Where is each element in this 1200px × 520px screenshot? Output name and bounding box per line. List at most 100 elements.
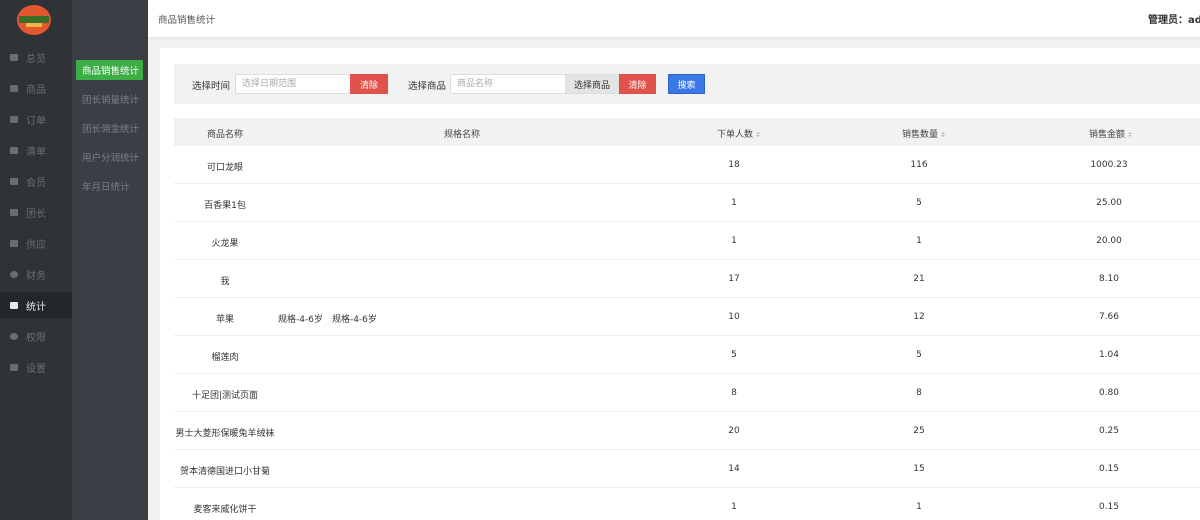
cell-amount: 0.15 (1098, 464, 1120, 474)
nav-item-2[interactable]: 订单 (0, 106, 72, 132)
brand-logo (17, 5, 51, 35)
subnav-item-1[interactable]: 团长销量统计 (76, 89, 143, 109)
clear-date-button[interactable]: 清除 (350, 74, 388, 94)
box-icon (10, 84, 18, 92)
select-product-button[interactable]: 选择商品 (565, 74, 619, 94)
date-range-input[interactable] (235, 74, 351, 94)
subnav-item-0[interactable]: 商品销售统计 (76, 60, 143, 80)
search-button[interactable]: 搜索 (668, 74, 705, 94)
table-row: 火龙果 1 1 20.00 (174, 222, 1200, 260)
cell-amount: 8.10 (1098, 274, 1120, 284)
nav-item-0[interactable]: 总览 (0, 44, 72, 70)
cell-amount: 25.00 (1096, 198, 1122, 208)
nav-item-10[interactable]: 设置 (0, 354, 72, 380)
nav-item-5[interactable]: 团长 (0, 199, 72, 225)
nav-item-6[interactable]: 供应 (0, 230, 72, 256)
sort-icon[interactable] (1128, 132, 1133, 138)
cell-amount: 0.25 (1098, 426, 1120, 436)
shield-icon (10, 332, 18, 340)
cell-orders: 1 (731, 502, 737, 512)
sort-icon[interactable] (941, 132, 946, 138)
cell-amount: 0.15 (1098, 502, 1120, 512)
cell-qty: 21 (913, 274, 925, 284)
nav-item-9[interactable]: 权限 (0, 323, 72, 349)
table-row: 苹果 规格-4-6岁 规格-4-6岁 10 12 7.66 (174, 298, 1200, 336)
nav-item-label: 总览 (26, 53, 46, 65)
table-row: 百香果1包 1 5 25.00 (174, 184, 1200, 222)
table-row: 贺本清德国进口小甘菊 14 15 0.15 (174, 450, 1200, 488)
cell-qty: 5 (916, 350, 922, 360)
nav-item-3[interactable]: 清单 (0, 137, 72, 163)
cell-amount: 7.66 (1098, 312, 1120, 322)
cell-spec: 规格-4-6岁 规格-4-6岁 (278, 315, 377, 325)
nav-item-label: 供应 (26, 239, 46, 251)
table-row: 麦客来威化饼干 1 1 0.15 (174, 488, 1200, 520)
nav-item-label: 商品 (26, 84, 46, 96)
cell-orders: 1 (731, 236, 737, 246)
cell-qty: 1 (916, 236, 922, 246)
table-row: 男士大菱形保暖兔羊绒袜 20 25 0.25 (174, 412, 1200, 450)
table-row: 十足团|测试页面 8 8 0.80 (174, 374, 1200, 412)
table-header: 商品名称 规格名称 下单人数 销售数量 销售金额 (174, 118, 1200, 146)
subnav-item-2[interactable]: 团长佣金统计 (76, 118, 143, 138)
admin-label[interactable]: 管理员：adm (1148, 11, 1200, 26)
cell-product-name: 麦客来威化饼干 (193, 505, 257, 515)
cell-product-name: 火龙果 (211, 239, 239, 249)
cell-product-name: 苹果 (215, 315, 234, 325)
cell-amount: 20.00 (1096, 236, 1122, 246)
product-label: 选择商品 (408, 81, 447, 92)
nav-item-label: 团长 (26, 208, 46, 220)
subnav-item-4[interactable]: 年月日统计 (76, 176, 143, 196)
nav-item-label: 统计 (26, 301, 46, 313)
cell-orders: 18 (728, 160, 740, 170)
nav-item-8[interactable]: 统计 (0, 292, 72, 318)
nav-item-1[interactable]: 商品 (0, 75, 72, 101)
top-header: 商品销售统计 管理员：adm (148, 0, 1200, 37)
cell-orders: 8 (731, 388, 737, 398)
nav-item-label: 财务 (26, 270, 46, 282)
nav-item-label: 订单 (26, 115, 46, 127)
lock-icon (10, 363, 18, 371)
cell-product-name: 榴莲肉 (211, 353, 239, 363)
time-label: 选择时间 (192, 81, 231, 92)
cell-orders: 14 (728, 464, 740, 474)
cell-product-name: 百香果1包 (204, 201, 246, 211)
cell-orders: 5 (731, 350, 737, 360)
nav-item-7[interactable]: 财务 (0, 261, 72, 287)
sort-icon[interactable] (756, 132, 761, 138)
money-icon (10, 270, 18, 278)
grid-icon (10, 53, 18, 61)
order-icon (10, 115, 18, 123)
cell-orders: 17 (728, 274, 740, 284)
cell-qty: 1 (916, 502, 922, 512)
user-icon (10, 177, 18, 185)
cell-qty: 116 (910, 160, 928, 170)
nav-item-label: 设置 (26, 363, 46, 375)
nav-item-4[interactable]: 会员 (0, 168, 72, 194)
subnav-item-3[interactable]: 用户分润统计 (76, 147, 143, 167)
cell-qty: 25 (913, 426, 925, 436)
primary-sidebar: 总览商品订单清单会员团长供应财务统计权限设置 (0, 0, 72, 520)
product-name-input[interactable] (450, 74, 566, 94)
clear-product-button[interactable]: 清除 (619, 74, 656, 94)
secondary-sidebar: 商品销售统计 团长销量统计 团长佣金统计 用户分润统计 年月日统计 (72, 0, 148, 520)
col-amount[interactable]: 销售金额 (1089, 127, 1133, 140)
cell-amount: 0.80 (1098, 388, 1120, 398)
cell-product-name: 十足团|测试页面 (191, 391, 259, 401)
list-icon (10, 146, 18, 154)
col-qty[interactable]: 销售数量 (902, 127, 946, 140)
cell-orders: 1 (731, 198, 737, 208)
table-row: 榴莲肉 5 5 1.04 (174, 336, 1200, 374)
breadcrumb: 商品销售统计 (158, 15, 216, 26)
cell-orders: 10 (728, 312, 740, 322)
nav-item-label: 权限 (26, 332, 46, 344)
col-name: 商品名称 (207, 130, 244, 140)
main-card: 选择时间 清除 选择商品 选择商品 清除 搜索 商品名称 规格名称 下单人数 销… (160, 48, 1200, 520)
cell-amount: 1000.23 (1090, 160, 1128, 170)
cell-orders: 20 (728, 426, 740, 436)
col-spec: 规格名称 (444, 130, 481, 140)
chart-icon (10, 301, 18, 309)
table-row: 我 17 21 8.10 (174, 260, 1200, 298)
col-orders[interactable]: 下单人数 (717, 127, 761, 140)
cell-product-name: 可口龙眼 (206, 163, 243, 173)
